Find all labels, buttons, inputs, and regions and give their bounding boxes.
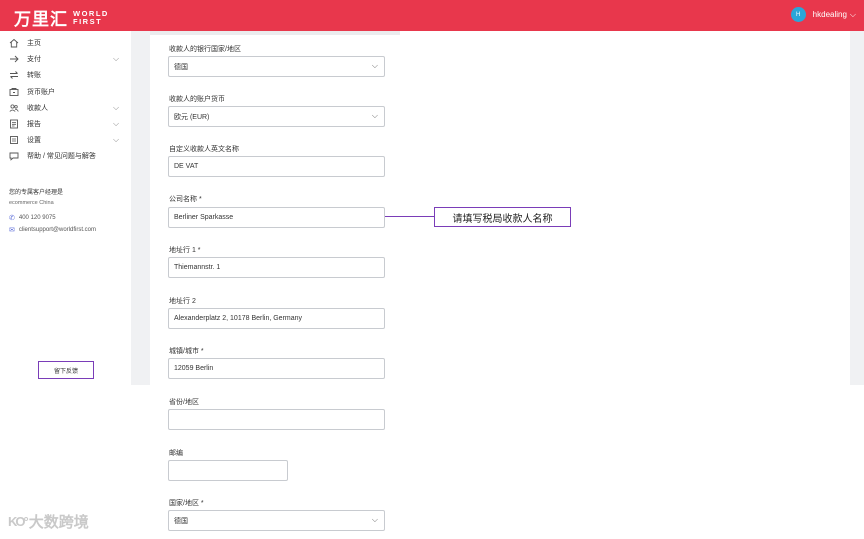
user-name: hkdealing	[812, 10, 847, 19]
logo-en-text: WORLD FIRST	[73, 9, 109, 26]
sidebar-item-home[interactable]: 主页	[0, 35, 131, 51]
bank-country-value: 德国	[174, 63, 188, 71]
label-address-line-1: 地址行 1 *	[169, 247, 201, 254]
state-input[interactable]	[168, 409, 385, 430]
report-icon	[9, 119, 19, 129]
home-icon	[9, 38, 19, 48]
sidebar-item-label: 支付	[27, 56, 41, 64]
address-line-2-input[interactable]: Alexanderplatz 2, 10178 Berlin, Germany	[168, 308, 385, 329]
callout-connector	[385, 216, 434, 217]
user-menu[interactable]: H hkdealing ⌵	[790, 7, 856, 22]
watermark-logo-icon: KO°	[8, 514, 29, 529]
annotation-callout: 请填写税局收款人名称	[434, 207, 571, 227]
city-input[interactable]: 12059 Berlin	[168, 358, 385, 379]
sidebar-item-settings[interactable]: 设置 ⌵	[0, 132, 131, 148]
mail-icon: ✉	[9, 227, 15, 234]
content-left-gutter	[131, 31, 150, 385]
company-name-value: Berliner Sparkasse	[174, 214, 234, 221]
label-country: 国家/地区 *	[169, 500, 204, 507]
chevron-down-icon: ⌵	[113, 102, 120, 112]
watermark-text: 大数跨境	[28, 514, 89, 531]
sidebar-item-label: 收款人	[27, 104, 48, 112]
phone-icon: ✆	[9, 215, 15, 222]
settings-icon	[9, 135, 19, 145]
country-select[interactable]: 德国 ⌵	[168, 510, 385, 531]
address-line-2-value: Alexanderplatz 2, 10178 Berlin, Germany	[174, 315, 303, 322]
address-line-1-value: Thiemannstr. 1	[174, 264, 221, 271]
top-bar: 万里汇 WORLD FIRST H hkdealing ⌵	[0, 0, 864, 31]
sidebar-item-recipients[interactable]: 收款人 ⌵	[0, 100, 131, 116]
sidebar-item-payments[interactable]: 支付 ⌵	[0, 51, 131, 67]
sidebar-item-label: 帮助 / 常见问题与解答	[27, 153, 96, 161]
sidebar-item-label: 货币账户	[27, 88, 55, 96]
logo-cn-text: 万里汇	[14, 10, 68, 30]
help-icon	[9, 151, 19, 162]
city-value: 12059 Berlin	[174, 365, 214, 372]
label-account-currency: 收款人的账户货币	[169, 96, 225, 103]
transfer-icon	[9, 70, 19, 80]
sidebar-item-help[interactable]: 帮助 / 常见问题与解答	[0, 148, 131, 164]
address-line-1-input[interactable]: Thiemannstr. 1	[168, 257, 385, 278]
sidebar-item-label: 设置	[27, 137, 41, 145]
label-recipient-nickname: 自定义收款人英文名称	[169, 146, 239, 153]
label-city: 城镇/城市 *	[169, 348, 204, 355]
contact-team: ecommerce China	[9, 200, 54, 206]
label-state: 省份/地区	[169, 399, 199, 406]
sidebar-item-reports[interactable]: 报告 ⌵	[0, 116, 131, 132]
label-address-line-2: 地址行 2	[169, 298, 196, 305]
bank-country-select[interactable]: 德国 ⌵	[168, 56, 385, 77]
logo-en-line2: FIRST	[73, 16, 103, 26]
worldfirst-logo[interactable]: 万里汇 WORLD FIRST	[14, 5, 109, 30]
feedback-button[interactable]: 留下反馈	[38, 361, 94, 379]
sidebar-item-transfer[interactable]: 转账	[0, 67, 131, 83]
country-value: 德国	[174, 517, 188, 525]
sidebar-item-label: 转账	[27, 72, 41, 80]
label-company-name: 公司名称 *	[169, 196, 202, 203]
sidebar: 主页 支付 ⌵ 转账 货币账户 收款人 ⌵ 报告 ⌵ 设置 ⌵ 帮助 / 常见问…	[0, 31, 131, 385]
sidebar-item-label: 报告	[27, 121, 41, 129]
contact-phone-row[interactable]: ✆ 400 120 9075	[9, 214, 96, 222]
postcode-input[interactable]	[168, 460, 288, 481]
arrow-right-icon	[9, 54, 19, 64]
chevron-down-icon: ⌵	[113, 118, 120, 128]
contact-email-row[interactable]: ✉ clientsupport@worldfirst.com	[9, 226, 96, 234]
sidebar-item-label: 主页	[27, 40, 41, 48]
watermark: KO° 大数跨境	[8, 511, 89, 532]
chevron-down-icon: ⌵	[113, 135, 120, 145]
chevron-down-icon: ⌵	[371, 515, 378, 524]
people-icon	[9, 103, 19, 113]
chevron-down-icon: ⌵	[371, 111, 378, 120]
contact-phone: 400 120 9075	[18, 215, 56, 221]
content-top-strip	[150, 31, 400, 35]
label-bank-country: 收款人的银行国家/地区	[169, 46, 241, 53]
company-name-input[interactable]: Berliner Sparkasse	[168, 207, 385, 228]
contact-title: 您的专属客户经理是	[9, 190, 64, 196]
recipient-nickname-value: DE VAT	[174, 163, 199, 170]
wallet-icon	[9, 87, 19, 97]
account-manager-contact: 您的专属客户经理是 ecommerce China ✆ 400 120 9075…	[9, 187, 96, 234]
content-right-gutter	[850, 31, 864, 385]
contact-email: clientsupport@worldfirst.com	[18, 227, 96, 233]
avatar: H	[790, 7, 806, 22]
account-currency-select[interactable]: 欧元 (EUR) ⌵	[168, 106, 385, 127]
chevron-down-icon: ⌵	[371, 61, 378, 70]
chevron-down-icon: ⌵	[849, 9, 856, 19]
account-currency-value: 欧元 (EUR)	[174, 113, 210, 121]
sidebar-item-currency-accounts[interactable]: 货币账户	[0, 84, 131, 100]
chevron-down-icon: ⌵	[113, 54, 120, 64]
recipient-nickname-input[interactable]: DE VAT	[168, 156, 385, 177]
label-postcode: 邮编	[169, 450, 183, 457]
